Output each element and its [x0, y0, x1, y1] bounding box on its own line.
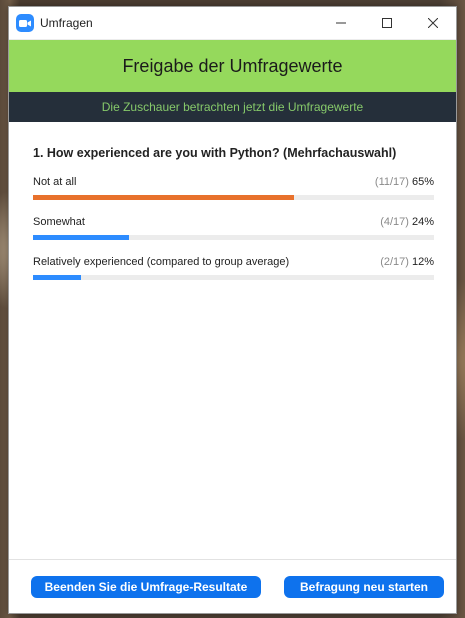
minimize-icon [336, 22, 346, 24]
answer-count: (11/17) [374, 176, 409, 188]
answer-progress-bar [33, 275, 82, 280]
answer-percent: 12% [411, 256, 434, 268]
maximize-button[interactable] [364, 7, 410, 39]
answer-percent: 24% [411, 216, 434, 228]
answer-progress-bar [33, 235, 130, 240]
end-poll-results-button[interactable]: Beenden Sie die Umfrage-Resultate [31, 575, 261, 598]
answer-item: Relatively experienced (compared to grou… [33, 256, 434, 280]
share-results-header: Freigabe der Umfragewerte [9, 40, 456, 92]
maximize-icon [382, 18, 392, 28]
answer-item: Somewhat (4/17) 24% [33, 216, 434, 240]
answer-count: (4/17) [380, 216, 409, 228]
title-bar: Umfragen [9, 7, 456, 40]
window-title: Umfragen [40, 16, 93, 30]
close-icon [428, 18, 438, 28]
answer-label: Relatively experienced (compared to grou… [33, 256, 290, 268]
poll-results: 1. How experienced are you with Python? … [9, 122, 456, 280]
answer-item: Not at all (11/17) 65% [33, 176, 434, 200]
answer-progress-bar [33, 195, 294, 200]
close-button[interactable] [410, 7, 456, 39]
poll-footer: Beenden Sie die Umfrage-Resultate Befrag… [9, 559, 456, 613]
minimize-button[interactable] [318, 7, 364, 39]
answer-label: Somewhat [33, 216, 85, 228]
zoom-app-icon [16, 14, 34, 32]
viewers-status-banner: Die Zuschauer betrachten jetzt die Umfra… [9, 92, 456, 122]
poll-question: 1. How experienced are you with Python? … [33, 146, 397, 160]
polls-window: Umfragen Freigabe der Umfragewerte Die Z… [8, 6, 457, 614]
answer-progress-track [33, 235, 434, 240]
answer-percent: 65% [411, 176, 434, 188]
answer-count: (2/17) [380, 256, 409, 268]
answer-progress-track [33, 275, 434, 280]
answer-progress-track [33, 195, 434, 200]
restart-poll-button[interactable]: Befragung neu starten [284, 575, 444, 598]
answer-label: Not at all [33, 176, 77, 188]
